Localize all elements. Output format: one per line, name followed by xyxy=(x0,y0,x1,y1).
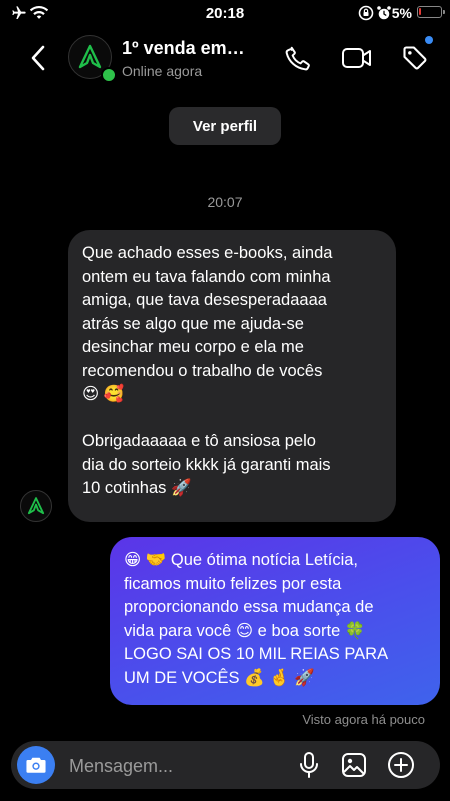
back-button[interactable] xyxy=(22,42,54,74)
notification-dot xyxy=(425,36,433,44)
incoming-message-bubble[interactable]: Que achado esses e-books, ainda ontem eu… xyxy=(68,230,396,522)
tag-icon xyxy=(403,46,427,70)
chevron-left-icon xyxy=(31,45,45,71)
contact-name[interactable]: 1º venda em… xyxy=(122,38,245,59)
online-indicator xyxy=(101,67,117,83)
phone-icon xyxy=(285,46,310,71)
brand-logo-icon xyxy=(27,497,45,515)
sender-avatar[interactable] xyxy=(20,490,52,522)
brand-logo-icon xyxy=(78,44,102,69)
video-call-button[interactable] xyxy=(341,42,373,74)
camera-button[interactable] xyxy=(17,746,55,784)
gallery-button[interactable] xyxy=(339,750,369,780)
contact-status: Online agora xyxy=(122,63,203,79)
voice-message-button[interactable] xyxy=(294,750,324,780)
image-gallery-icon xyxy=(342,753,366,777)
screen-rotation-lock-icon xyxy=(358,5,374,21)
battery-percent: 5% xyxy=(391,5,412,21)
plus-circle-icon xyxy=(388,752,414,778)
labels-button[interactable] xyxy=(399,42,431,74)
alarm-icon xyxy=(376,5,392,21)
seen-status: Visto agora há pouco xyxy=(302,712,425,727)
battery-icon xyxy=(417,6,445,18)
voice-call-button[interactable] xyxy=(282,42,314,74)
message-timestamp: 20:07 xyxy=(207,194,243,210)
video-camera-icon xyxy=(342,48,371,68)
status-bar: 20:18 5% xyxy=(0,0,450,26)
message-composer xyxy=(11,741,440,789)
camera-icon xyxy=(26,757,46,773)
message-input[interactable] xyxy=(67,749,271,783)
chat-header: 1º venda em… Online agora xyxy=(0,26,450,90)
outgoing-message-text: 😁 🤝 Que ótima notícia Letícia, ficamos m… xyxy=(124,551,389,687)
incoming-message-text: Que achado esses e-books, ainda ontem eu… xyxy=(82,244,333,497)
microphone-icon xyxy=(300,752,318,778)
outgoing-message-bubble[interactable]: 😁 🤝 Que ótima notícia Letícia, ficamos m… xyxy=(110,537,440,705)
view-profile-button[interactable]: Ver perfil xyxy=(169,107,281,145)
more-options-button[interactable] xyxy=(386,750,416,780)
